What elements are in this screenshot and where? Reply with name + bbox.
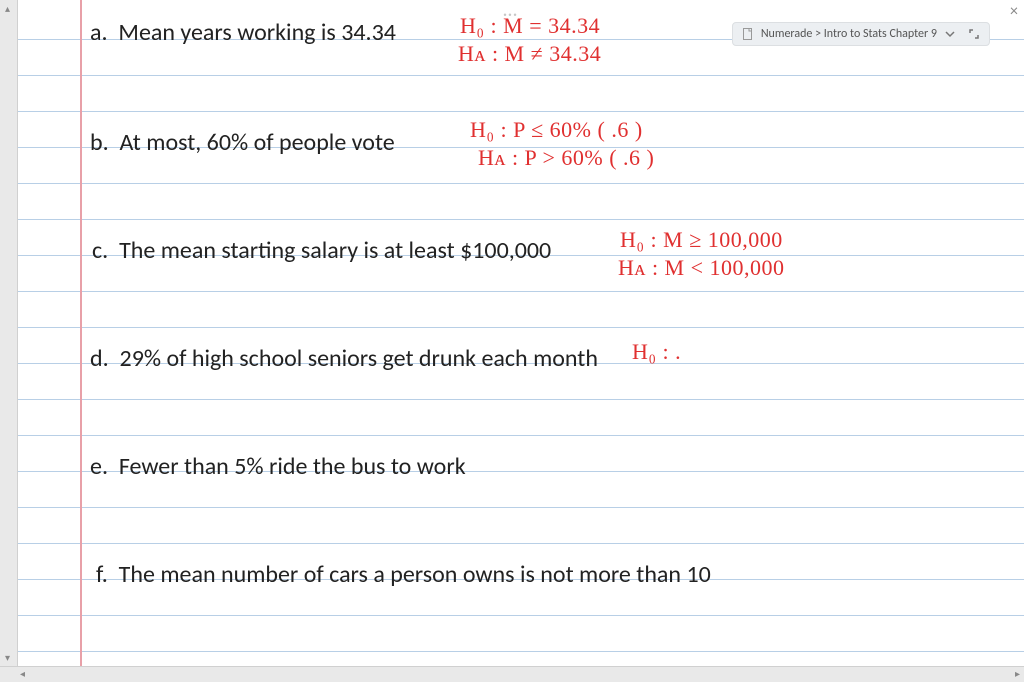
item-a: a. Mean years working is 34.34 <box>90 18 396 47</box>
annotation-d-h0: H₀ : . <box>632 340 681 363</box>
annotation-a-h0: H₀ : M = 34.34 <box>460 14 600 37</box>
left-margin-rule <box>80 0 82 666</box>
scrollbar-vertical[interactable]: ▴ ▾ <box>0 0 18 682</box>
scroll-up-icon[interactable]: ▴ <box>5 2 10 15</box>
item-e-text: Fewer than 5% ride the bus to work <box>119 452 466 481</box>
chevron-down-icon <box>943 27 957 41</box>
scroll-down-icon[interactable]: ▾ <box>5 651 10 664</box>
window-frame: … a. Mean years working is 34.34 b. At m… <box>0 0 1024 682</box>
breadcrumb-text: Numerade > Intro to Stats Chapter 9 <box>761 27 937 41</box>
item-e: e. Fewer than 5% ride the bus to work <box>90 452 466 481</box>
item-b-text: At most, 60% of people vote <box>120 128 395 157</box>
item-b-label: b. <box>90 128 109 157</box>
item-e-label: e. <box>90 452 108 481</box>
item-a-text: Mean years working is 34.34 <box>118 18 396 47</box>
annotation-c-ha: Hᴀ : M < 100,000 <box>618 256 785 279</box>
item-f-label: f. <box>96 560 108 589</box>
item-d: d. 29% of high school seniors get drunk … <box>90 344 598 373</box>
item-c-label: c. <box>92 236 108 265</box>
close-button[interactable]: × <box>1010 2 1018 21</box>
item-f: f. The mean number of cars a person owns… <box>96 560 711 589</box>
annotation-c-h0: H₀ : M ≥ 100,000 <box>620 228 783 251</box>
annotation-b-h0: H₀ : P ≤ 60% ( .6 ) <box>470 118 643 141</box>
expand-icon[interactable] <box>967 27 981 41</box>
scroll-right-icon[interactable]: ▸ <box>1015 667 1020 680</box>
item-c-text: The mean starting salary is at least $10… <box>119 236 551 265</box>
scrollbar-horizontal[interactable]: ◂ ▸ <box>0 666 1024 682</box>
item-b: b. At most, 60% of people vote <box>90 128 395 157</box>
scroll-left-icon[interactable]: ◂ <box>20 667 25 680</box>
page-icon <box>741 27 755 41</box>
breadcrumb[interactable]: Numerade > Intro to Stats Chapter 9 <box>732 22 990 46</box>
annotation-a-ha: Hᴀ : M ≠ 34.34 <box>458 42 601 65</box>
item-d-text: 29% of high school seniors get drunk eac… <box>120 344 598 373</box>
item-d-label: d. <box>90 344 109 373</box>
item-a-label: a. <box>90 18 108 47</box>
annotation-b-ha: Hᴀ : P > 60% ( .6 ) <box>478 146 654 169</box>
item-c: c. The mean starting salary is at least … <box>92 236 551 265</box>
item-f-text: The mean number of cars a person owns is… <box>119 560 711 589</box>
